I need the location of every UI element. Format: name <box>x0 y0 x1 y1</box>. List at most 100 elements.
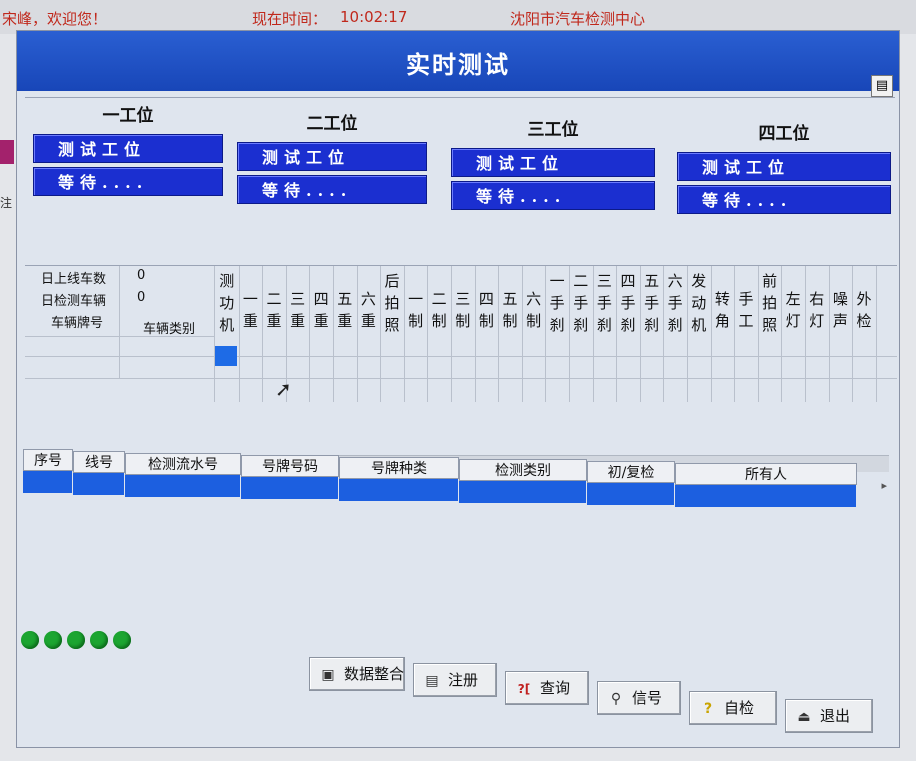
self-check-label: 自检 <box>724 699 755 717</box>
test-item-column: 手工 <box>738 290 754 330</box>
signal-button[interactable]: ⚲ 信号 <box>597 681 681 715</box>
station-3: 三工位 测试工位 等待.... <box>451 116 655 210</box>
station-title: 三工位 <box>527 120 579 140</box>
selected-row-cell[interactable] <box>73 473 124 495</box>
records-table: 序号 线号 检测流水号 号牌号码 号牌种类 检测类别 初/复检 所有人 ▸ <box>23 449 887 569</box>
query-label: 查询 <box>540 679 571 697</box>
data-merge-button[interactable]: ▣ 数据整合 <box>309 657 405 691</box>
test-item-column: 二制 <box>431 290 447 330</box>
status-light <box>21 631 39 649</box>
station-status-2: 等待.... <box>451 181 655 210</box>
welcome-text: 宋峰，欢迎您！ <box>2 10 108 28</box>
test-item-column: 发动机 <box>691 272 707 334</box>
column-header[interactable]: 号牌号码 <box>241 455 339 477</box>
test-item-column: 右灯 <box>809 290 825 330</box>
column-header[interactable]: 线号 <box>73 451 125 473</box>
status-lights <box>21 631 136 653</box>
column-header[interactable]: 所有人 <box>675 463 857 485</box>
selected-row-cell[interactable] <box>23 471 72 493</box>
clipboard-icon[interactable]: ▤ <box>871 75 893 97</box>
test-item-column: 前拍照 <box>762 272 778 334</box>
test-item-column: 后拍照 <box>384 272 400 334</box>
selected-row-cell[interactable] <box>339 479 458 501</box>
query-icon: ?[ <box>517 682 531 696</box>
station-1: 一工位 测试工位 等待.... <box>33 102 223 196</box>
column-header[interactable]: 检测类别 <box>459 459 587 481</box>
station-status-2: 等待.... <box>33 167 223 196</box>
selected-row-cell[interactable] <box>587 483 674 505</box>
station-2: 二工位 测试工位 等待.... <box>237 110 427 204</box>
test-item-column: 三重 <box>290 290 306 330</box>
selected-row-cell[interactable] <box>459 481 586 503</box>
station-status-2: 等待.... <box>677 185 891 214</box>
status-light <box>44 631 62 649</box>
online-label: 日上线车数 <box>41 272 107 287</box>
register-icon: ▤ <box>425 673 439 689</box>
background-label: 注 <box>0 196 13 210</box>
test-item-column: 三制 <box>455 290 471 330</box>
test-item-column: 六制 <box>526 290 542 330</box>
self-check-button[interactable]: ? 自检 <box>689 691 777 725</box>
test-item-column: 测功机 <box>219 272 235 334</box>
signal-icon: ⚲ <box>610 691 622 707</box>
realtime-test-window: 实时测试 ▤ 一工位 测试工位 等待.... 二工位 测试工位 等待.... 三… <box>16 30 900 748</box>
plate-header: 车辆牌号 <box>51 316 104 331</box>
exit-button[interactable]: ⏏ 退出 <box>785 699 873 733</box>
station-title: 一工位 <box>102 106 154 126</box>
station-status-1: 测试工位 <box>677 152 891 181</box>
background-app-icon <box>0 140 14 164</box>
scroll-right-icon[interactable]: ▸ <box>881 479 887 492</box>
test-item-column: 四手刹 <box>620 272 636 334</box>
exit-label: 退出 <box>820 707 851 725</box>
test-items-grid: 日上线车数 0 日检测车辆 0 车辆牌号 车辆类别 测功机 一重 二重 三重 四重 五重六… <box>25 265 897 402</box>
register-button[interactable]: ▤ 注册 <box>413 663 497 697</box>
time-value: 10:02:17 <box>340 8 408 26</box>
station-status-1: 测试工位 <box>451 148 655 177</box>
test-item-column: 五重 <box>337 290 353 330</box>
selected-cell[interactable] <box>215 346 237 366</box>
station-4: 四工位 测试工位 等待.... <box>677 120 891 214</box>
station-status-1: 测试工位 <box>237 142 427 171</box>
time-label: 现在时间： <box>252 10 328 28</box>
title-bar: 实时测试 <box>17 31 899 91</box>
question-icon: ? <box>703 701 713 717</box>
grid-line <box>25 356 897 357</box>
online-value: 0 <box>137 268 146 283</box>
test-item-column: 左灯 <box>785 290 801 330</box>
tested-label: 日检测车辆 <box>41 294 107 309</box>
test-item-column: 四重 <box>313 290 329 330</box>
column-header[interactable]: 号牌种类 <box>339 457 459 479</box>
window-title: 实时测试 <box>406 51 510 79</box>
column-header[interactable]: 初/复检 <box>587 461 675 483</box>
station-status-1: 测试工位 <box>33 134 223 163</box>
signal-label: 信号 <box>632 689 663 707</box>
selected-row-cell[interactable] <box>125 475 240 497</box>
mouse-cursor-icon: ➚ <box>275 377 292 401</box>
data-merge-icon: ▣ <box>321 667 335 683</box>
test-item-column: 一手刹 <box>549 272 565 334</box>
column-header[interactable]: 检测流水号 <box>125 453 241 475</box>
type-header: 车辆类别 <box>143 322 196 337</box>
query-button[interactable]: ?[ 查询 <box>505 671 589 705</box>
station-status-2: 等待.... <box>237 175 427 204</box>
tested-value: 0 <box>137 290 146 305</box>
center-name: 沈阳市汽车检测中心 <box>510 10 646 28</box>
test-item-column: 一重 <box>242 290 258 330</box>
grid-line <box>875 266 877 402</box>
test-item-column: 六重 <box>360 290 376 330</box>
data-merge-label: 数据整合 <box>344 665 405 683</box>
grid-line <box>119 266 120 378</box>
station-title: 二工位 <box>306 114 358 134</box>
selected-row-cell[interactable] <box>675 485 856 507</box>
station-title: 四工位 <box>758 124 810 144</box>
test-item-column: 二重 <box>266 290 282 330</box>
test-item-column: 转角 <box>714 290 730 330</box>
status-light <box>113 631 131 649</box>
selected-row-cell[interactable] <box>241 477 338 499</box>
test-item-column: 噪声 <box>832 290 848 330</box>
test-item-column: 六手刹 <box>667 272 683 334</box>
test-item-column: 二手刹 <box>573 272 589 334</box>
grid-line <box>25 378 897 379</box>
column-header[interactable]: 序号 <box>23 449 73 471</box>
test-item-column: 五制 <box>502 290 518 330</box>
